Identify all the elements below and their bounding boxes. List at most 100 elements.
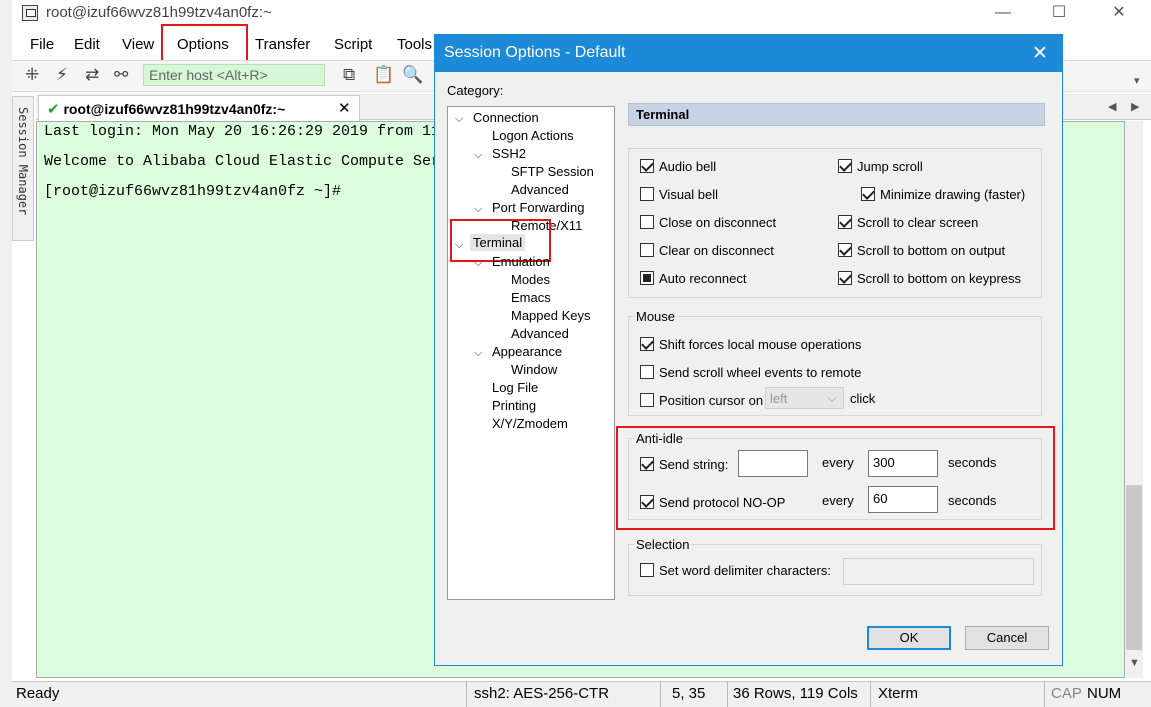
audio-bell-checkbox[interactable]	[640, 159, 654, 173]
dialog-title: Session Options - Default	[444, 44, 626, 61]
quick-connect-icon[interactable]: ⚡	[56, 66, 68, 84]
position-cursor-select[interactable]: left ⌵	[765, 387, 844, 409]
mouse-group-title: Mouse	[634, 309, 678, 324]
cancel-button[interactable]: Cancel	[965, 626, 1049, 650]
session-tab-label: root@izuf66wvz81h99tzv4an0fz:~	[63, 101, 286, 117]
expand-icon[interactable]: ⌵	[474, 347, 482, 360]
auto-reconnect-checkbox[interactable]	[640, 271, 654, 285]
disconnect-icon[interactable]: ⚯	[114, 66, 128, 84]
expand-icon[interactable]: ⌵	[455, 113, 463, 126]
chevron-down-icon: ⌵	[827, 390, 837, 405]
tree-item-connection[interactable]: Connection	[473, 110, 539, 125]
minimize-drawing-checkbox[interactable]	[861, 187, 875, 201]
expand-icon[interactable]: ⌵	[474, 257, 482, 270]
minimize-button[interactable]: —	[980, 0, 1026, 28]
menu-file[interactable]: File	[30, 36, 54, 53]
visual-bell-label: Visual bell	[659, 187, 719, 202]
status-size: 36 Rows, 119 Cols	[733, 685, 858, 702]
position-cursor-select-value: left	[770, 391, 788, 406]
tree-item-printing[interactable]: Printing	[492, 398, 536, 413]
dialog-close-icon[interactable]: ✕	[1032, 42, 1048, 65]
background-window-edge	[0, 0, 12, 707]
send-scroll-checkbox[interactable]	[640, 365, 654, 379]
audio-bell-label: Audio bell	[659, 159, 717, 174]
window-title: root@izuf66wvz81h99tzv4an0fz:~	[46, 4, 272, 21]
status-cursor-position: 5, 35	[672, 685, 706, 702]
category-label: Category:	[447, 83, 504, 98]
scroll-to-clear-label: Scroll to clear screen	[857, 215, 979, 230]
menu-transfer[interactable]: Transfer	[255, 36, 310, 53]
terminal-line: Welcome to Alibaba Cloud Elastic Compute…	[44, 153, 441, 170]
tree-item-emacs[interactable]: Emacs	[511, 290, 551, 305]
status-terminal-type: Xterm	[878, 685, 919, 702]
scroll-bottom-output-checkbox[interactable]	[838, 243, 852, 257]
tree-item-window[interactable]: Window	[511, 362, 557, 377]
securecrt-app-icon	[22, 5, 38, 21]
status-cipher: ssh2: AES-256-CTR	[474, 685, 610, 702]
position-cursor-checkbox[interactable]	[640, 393, 654, 407]
menu-script[interactable]: Script	[334, 36, 372, 53]
options-highlight-box	[161, 24, 248, 62]
menu-tools[interactable]: Tools	[397, 36, 432, 53]
menu-view[interactable]: View	[122, 36, 154, 53]
close-window-button[interactable]: ✕	[1096, 0, 1142, 28]
paste-icon[interactable]: 📋	[373, 66, 394, 84]
expand-icon[interactable]: ⌵	[474, 203, 482, 216]
tree-item-log-file[interactable]: Log File	[492, 380, 538, 395]
minimize-drawing-label: Minimize drawing (faster)	[880, 187, 1026, 202]
scroll-bottom-keypress-checkbox[interactable]	[838, 271, 852, 285]
scroll-to-clear-checkbox[interactable]	[838, 215, 852, 229]
terminal-prompt: [root@izuf66wvz81h99tzv4an0fz ~]#	[44, 183, 342, 200]
send-scroll-label: Send scroll wheel events to remote	[659, 365, 862, 380]
tree-item-mapped-keys[interactable]: Mapped Keys	[511, 308, 591, 323]
jump-scroll-label: Jump scroll	[857, 159, 923, 174]
scroll-bottom-keypress-label: Scroll to bottom on keypress	[857, 271, 1022, 286]
word-delimiter-checkbox[interactable]	[640, 563, 654, 577]
scroll-down-icon[interactable]: ▼	[1129, 657, 1140, 669]
visual-bell-checkbox[interactable]	[640, 187, 654, 201]
terminal-scrollbar-thumb[interactable]	[1126, 485, 1142, 650]
reconnect-icon[interactable]: ⇄	[85, 66, 99, 84]
find-icon[interactable]: 🔍	[402, 66, 423, 84]
tab-scroll-right-icon[interactable]: ▶	[1131, 100, 1139, 113]
tree-item-logon-actions[interactable]: Logon Actions	[492, 128, 574, 143]
word-delimiter-label: Set word delimiter characters:	[659, 563, 831, 578]
word-delimiter-input[interactable]	[843, 558, 1034, 585]
tab-scroll-left-icon[interactable]: ◀	[1108, 100, 1116, 113]
clear-on-disconnect-label: Clear on disconnect	[659, 243, 774, 258]
selection-group-title: Selection	[634, 537, 692, 552]
shift-forces-checkbox[interactable]	[640, 337, 654, 351]
expand-icon[interactable]: ⌵	[474, 149, 482, 162]
clear-on-disconnect-checkbox[interactable]	[640, 243, 654, 257]
auto-reconnect-label: Auto reconnect	[659, 271, 747, 286]
tree-item-sftp-session[interactable]: SFTP Session	[511, 164, 594, 179]
session-manager-label: Session Manager	[16, 107, 30, 216]
host-input[interactable]: Enter host <Alt+R>	[143, 64, 325, 86]
tree-item-modes[interactable]: Modes	[511, 272, 550, 287]
tree-item-port-forwarding[interactable]: Port Forwarding	[492, 200, 584, 215]
session-tab[interactable]: ✔ root@izuf66wvz81h99tzv4an0fz:~	[38, 95, 360, 121]
anti-idle-highlight-box	[616, 426, 1055, 530]
close-on-disconnect-checkbox[interactable]	[640, 215, 654, 229]
tree-item-ssh2-advanced[interactable]: Advanced	[511, 182, 569, 197]
scroll-bottom-output-label: Scroll to bottom on output	[857, 243, 1006, 258]
shift-forces-label: Shift forces local mouse operations	[659, 337, 862, 352]
maximize-button[interactable]: ☐	[1036, 0, 1082, 28]
terminal-line: Last login: Mon May 20 16:26:29 2019 fro…	[44, 123, 441, 140]
section-header: Terminal	[636, 107, 690, 122]
ok-button[interactable]: OK	[867, 626, 951, 650]
jump-scroll-checkbox[interactable]	[838, 159, 852, 173]
tree-item-appearance[interactable]: Appearance	[492, 344, 562, 359]
tree-item-ssh2[interactable]: SSH2	[492, 146, 526, 161]
tree-item-emulation[interactable]: Emulation	[492, 254, 550, 269]
connect-icon[interactable]: ⁜	[25, 66, 39, 84]
tree-item-xyzmodem[interactable]: X/Y/Zmodem	[492, 416, 568, 431]
tab-close-icon[interactable]: ✕	[338, 99, 351, 117]
menu-edit[interactable]: Edit	[74, 36, 100, 53]
status-num: NUM	[1087, 685, 1122, 702]
copy-icon[interactable]: ⧉	[343, 66, 355, 84]
session-manager-tab[interactable]: Session Manager	[12, 96, 34, 241]
connected-check-icon: ✔	[47, 101, 60, 118]
tree-item-emulation-advanced[interactable]: Advanced	[511, 326, 569, 341]
toolbar-overflow-icon[interactable]: ▾	[1134, 74, 1140, 87]
